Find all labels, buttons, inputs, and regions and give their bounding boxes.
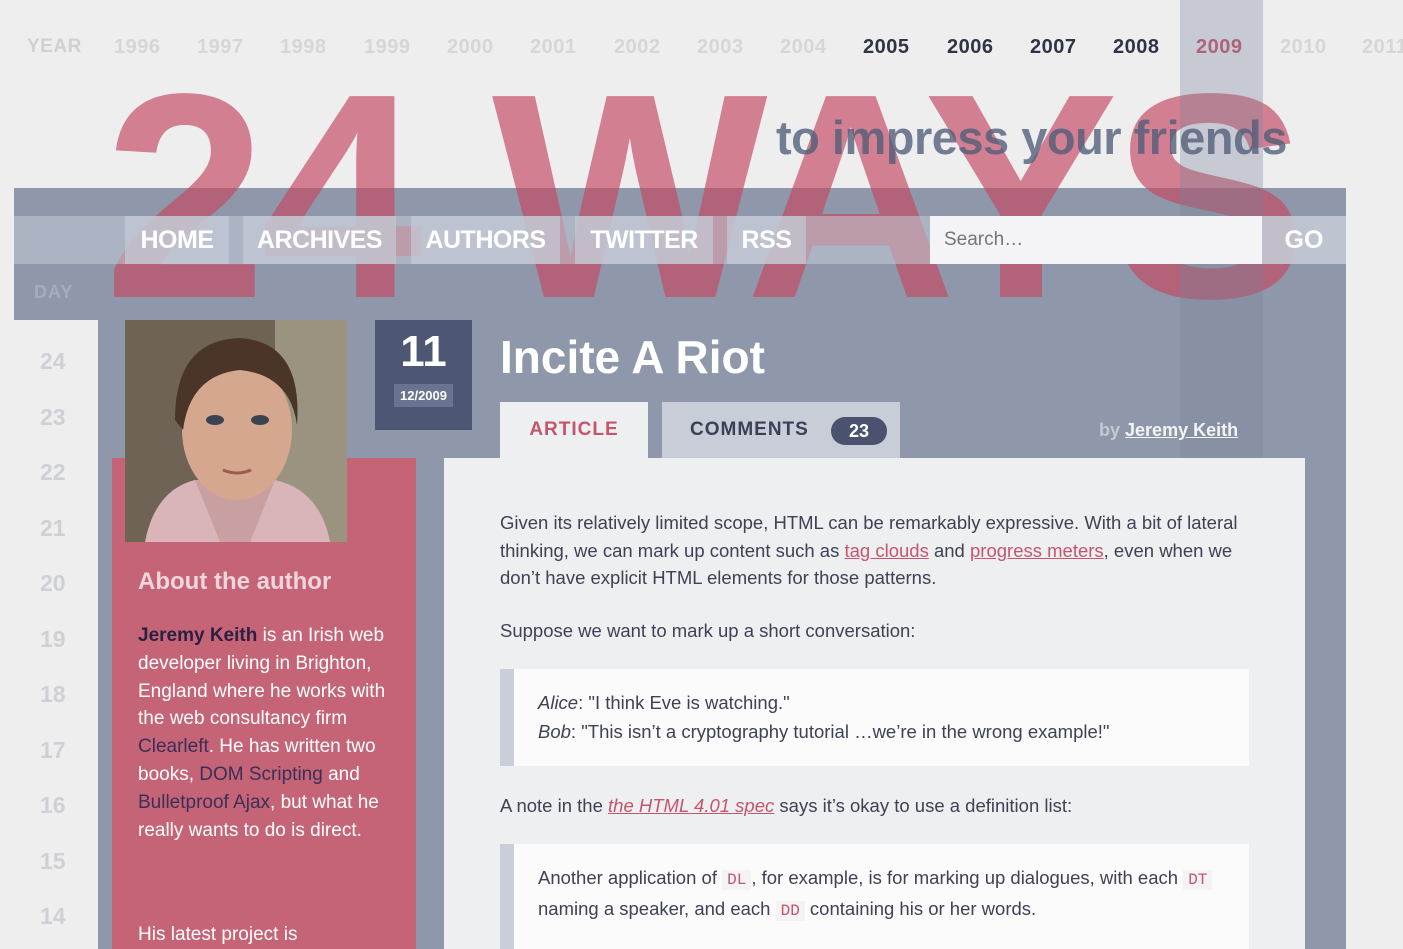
p3-text-b: says it’s okay to use a definition list: — [774, 795, 1073, 816]
sq-text-a: Another application of — [538, 867, 723, 888]
nav-rss[interactable]: RSS — [727, 216, 806, 264]
day-18[interactable]: 18 — [40, 681, 66, 708]
tab-comments[interactable]: COMMENTS 23 — [662, 402, 900, 458]
tag-clouds-link[interactable]: tag clouds — [845, 540, 929, 561]
author-bio: Jeremy Keith is an Irish web developer l… — [138, 622, 400, 844]
article-title: Incite A Riot — [500, 331, 765, 383]
day-14[interactable]: 14 — [40, 903, 66, 930]
sq-text-c: naming a speaker, and each — [538, 897, 776, 919]
bob-line: : "This isn’t a cryptography tutorial …w… — [570, 720, 1110, 742]
day-23[interactable]: 23 — [40, 404, 66, 431]
year-2011[interactable]: 2011 — [1362, 36, 1403, 59]
byline: by Jeremy Keith — [1099, 420, 1238, 441]
code-dt: DT — [1183, 870, 1213, 890]
bulletproof-ajax-link[interactable]: Bulletproof Ajax — [138, 792, 270, 813]
conversation-quote: Alice: "I think Eve is watching." Bob: "… — [500, 669, 1249, 766]
day-19[interactable]: 19 — [40, 626, 66, 653]
tab-article[interactable]: ARTICLE — [500, 402, 648, 458]
search-input[interactable] — [930, 216, 1262, 264]
spec-quote: Another application of DL, for example, … — [500, 844, 1249, 949]
article-paragraph-3: A note in the the HTML 4.01 spec says it… — [500, 792, 1240, 820]
code-dd: DD — [775, 900, 805, 921]
p1-text-b: and — [928, 539, 970, 561]
progress-meters-link[interactable]: progress meters — [970, 540, 1104, 561]
author-name: Jeremy Keith — [138, 625, 258, 646]
day-label: DAY — [34, 282, 74, 302]
search-go-button[interactable]: GO — [1262, 216, 1346, 264]
nav-archives[interactable]: ARCHIVES — [243, 216, 396, 264]
byline-by: by — [1099, 420, 1121, 440]
sq-text-d: containing his or her words. — [804, 897, 1037, 919]
day-20[interactable]: 20 — [40, 570, 66, 597]
about-author-title: About the author — [138, 568, 332, 595]
article-paragraph-1: Given its relatively limited scope, HTML… — [500, 509, 1240, 592]
day-22[interactable]: 22 — [40, 459, 66, 486]
nav-home[interactable]: HOME — [125, 216, 229, 264]
alice-line: : "I think Eve is watching." — [578, 692, 790, 713]
spec-quote-text: Another application of DL, for example, … — [538, 864, 1239, 925]
quote-line-2: Bob: "This isn’t a cryptography tutorial… — [538, 718, 1249, 747]
p3-text-a: A note in the — [500, 795, 609, 816]
author-photo — [125, 320, 347, 542]
day-15[interactable]: 15 — [40, 848, 66, 875]
date-month-year: 12/2009 — [394, 384, 453, 407]
quote-line-1: Alice: "I think Eve is watching." — [538, 689, 1249, 718]
author-link[interactable]: Jeremy Keith — [1125, 420, 1238, 440]
sq-text-b: , for example, is for marking up dialogu… — [751, 867, 1184, 888]
nav-twitter[interactable]: TWITTER — [575, 216, 713, 264]
site-logo[interactable]: 24 WAYS — [104, 50, 1307, 342]
speaker-bob: Bob — [538, 720, 571, 742]
dom-scripting-link[interactable]: DOM Scripting — [199, 764, 323, 785]
code-dl: DL — [722, 870, 752, 890]
day-24[interactable]: 24 — [40, 348, 66, 375]
day-17[interactable]: 17 — [40, 737, 66, 764]
date-day: 11 — [400, 327, 447, 376]
latest-project-text: His latest project is — [138, 924, 298, 945]
clearleft-link[interactable]: Clearleft — [138, 736, 209, 757]
day-21[interactable]: 21 — [40, 515, 66, 542]
nav-authors[interactable]: AUTHORS — [411, 216, 560, 264]
tab-comments-label: COMMENTS — [690, 419, 809, 440]
bio-text-3: and — [322, 763, 360, 785]
year-label: YEAR — [27, 36, 82, 57]
day-16[interactable]: 16 — [40, 792, 66, 819]
date-badge: 11 12/2009 — [375, 320, 472, 430]
comment-count-badge: 23 — [831, 417, 887, 445]
speaker-alice: Alice — [538, 692, 579, 713]
article-paragraph-2: Suppose we want to mark up a short conve… — [500, 620, 916, 641]
site-tagline: to impress your friends — [776, 111, 1287, 164]
html-spec-link[interactable]: the HTML 4.01 spec — [608, 795, 774, 816]
